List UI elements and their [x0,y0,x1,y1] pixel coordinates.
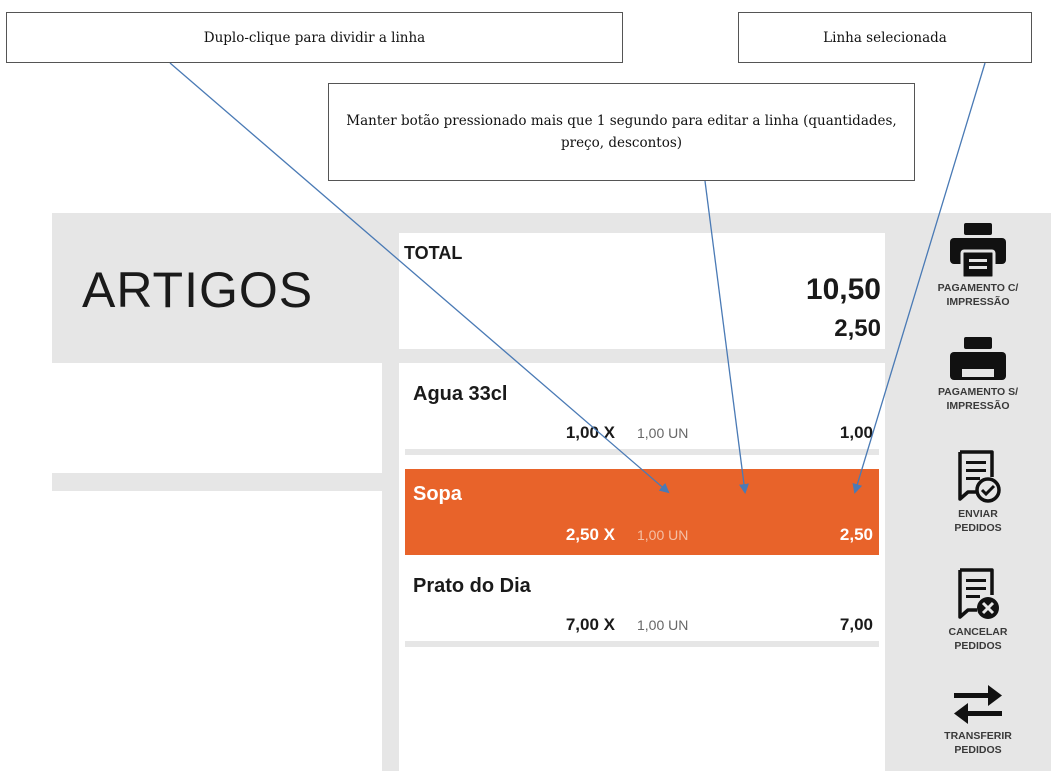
line-name: Sopa [413,483,462,505]
total-secondary-value: 2,50 [834,315,881,342]
line-amount: 2,50 [839,525,873,544]
line-amount: 1,00 [839,423,873,442]
article-panel [52,363,382,473]
total-label: TOTAL [404,243,463,263]
pos-screen: ARTIGOS TOTAL 10,50 2,50 Agua 33cl 1,00 … [52,213,1051,771]
line-name: Prato do Dia [413,575,531,597]
callout-split-line: Duplo-clique para dividir a linha [6,12,623,63]
payment-with-print-button[interactable]: PAGAMENTO C/ IMPRESSÃO [905,221,1051,309]
line-price: 2,50 X [565,525,615,544]
send-orders-button[interactable]: ENVIAR PEDIDOS [905,449,1051,535]
cancel-orders-button[interactable]: CANCELAR PEDIDOS [905,567,1051,653]
action-label: TRANSFERIR PEDIDOS [944,730,1012,756]
callout-edit-line: Manter botão pressionado mais que 1 segu… [328,83,915,181]
order-lines-list: Agua 33cl 1,00 X 1,00 UN 1,00 Sopa 2,50 … [399,363,885,771]
line-quantity: 1,00 UN [637,425,689,441]
line-amount: 7,00 [839,615,873,634]
line-quantity: 1,00 UN [637,617,689,633]
line-separator [405,449,879,455]
article-panel-lower [52,491,382,771]
line-separator [405,641,879,647]
send-orders-icon [958,450,1001,503]
order-line-selected[interactable]: Sopa 2,50 X 1,00 UN 2,50 [405,469,879,555]
transfer-orders-button[interactable]: TRANSFERIR PEDIDOS [905,683,1051,757]
printer-icon [950,337,1006,380]
action-label: PAGAMENTO C/ IMPRESSÃO [937,282,1019,308]
action-label: CANCELAR PEDIDOS [948,626,1008,652]
page-title: ARTIGOS [82,262,314,318]
printer-icon [950,223,1006,279]
action-label: ENVIAR PEDIDOS [954,508,1002,534]
action-sidebar: PAGAMENTO C/ IMPRESSÃO PAGAMENTO S/ IMPR… [905,213,1051,771]
order-line[interactable]: Prato do Dia 7,00 X 1,00 UN 7,00 [405,555,879,647]
transfer-icon [954,685,1002,724]
line-quantity: 1,00 UN [637,527,689,543]
order-line[interactable]: Agua 33cl 1,00 X 1,00 UN 1,00 [405,363,879,455]
action-label: PAGAMENTO S/ IMPRESSÃO [937,386,1019,412]
payment-without-print-button[interactable]: PAGAMENTO S/ IMPRESSÃO [905,335,1051,413]
line-price: 7,00 X [565,615,615,634]
total-value: 10,50 [805,273,881,306]
callout-selected-line: Linha selecionada [738,12,1032,63]
cancel-orders-icon [958,568,999,619]
total-panel: TOTAL 10,50 2,50 [399,233,885,349]
line-name: Agua 33cl [413,383,508,405]
line-price: 1,00 X [565,423,615,442]
